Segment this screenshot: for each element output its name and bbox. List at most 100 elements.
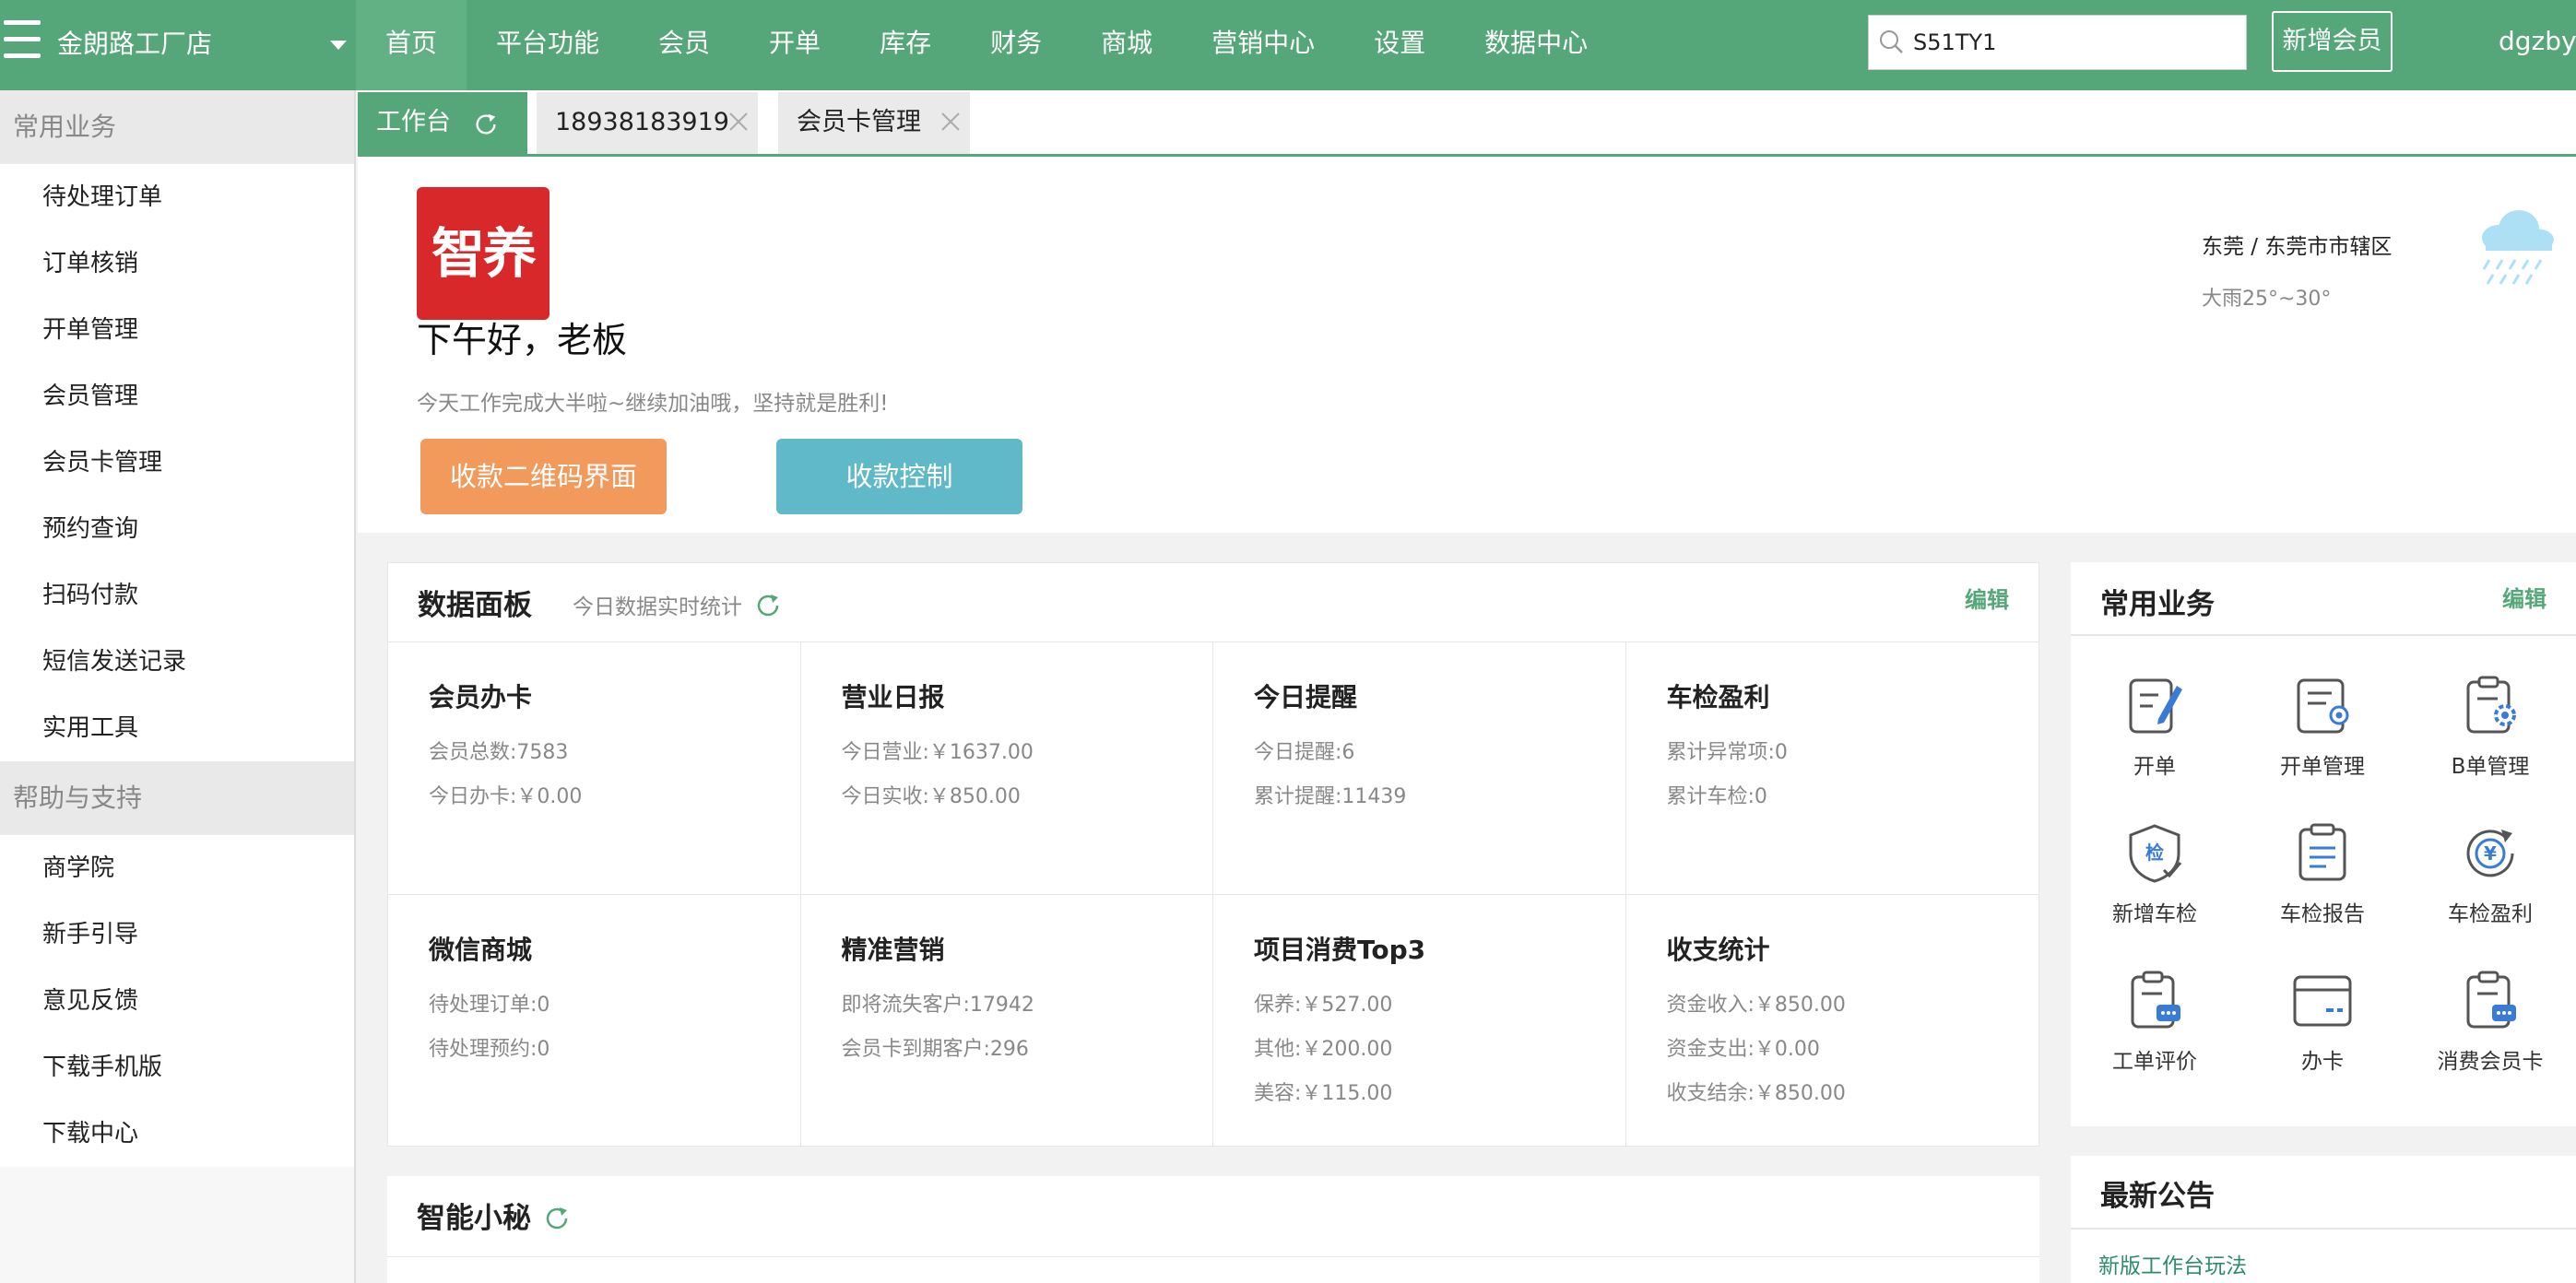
sidebar-item-pending-orders[interactable]: 待处理订单	[0, 164, 354, 230]
biz-item-order-manage[interactable]: 开单管理	[2239, 673, 2406, 820]
doc-eye-icon	[2297, 678, 2349, 734]
shield-check-icon: 检	[2129, 824, 2182, 883]
new-member-button[interactable]: 新增会员	[2272, 11, 2393, 72]
nav-member[interactable]: 会员	[629, 0, 739, 90]
announcement-panel: 最新公告 新版工作台玩法	[2071, 1156, 2576, 1283]
stat-card-inspection-profit[interactable]: 车检盈利 累计异常项:0 累计车检:0	[1625, 642, 2038, 895]
sidebar: 常用业务 待处理订单 订单核销 开单管理 会员管理 会员卡管理 预约查询 扫码付…	[0, 90, 356, 1283]
sidebar-item-order-verify[interactable]: 订单核销	[0, 230, 354, 297]
announcement-link[interactable]: 新版工作台玩法	[2098, 1248, 2247, 1279]
weather-text: 大雨25°~30°	[2202, 288, 2332, 311]
biz-item-inspection-report[interactable]: 车检报告	[2239, 820, 2406, 968]
biz-item-inspection-profit[interactable]: ¥ 车检盈利	[2406, 820, 2574, 968]
close-icon[interactable]	[728, 112, 749, 132]
common-business-grid: 开单 开单管理 B单管理 检 新增车检 车检报告 ¥ 车检盈利 工单评价 办卡 …	[2071, 673, 2576, 1115]
data-panel: 数据面板 今日数据实时统计 编辑 会员办卡 会员总数:7583 今日办卡:￥0.…	[387, 562, 2039, 1147]
biz-item-work-order-review[interactable]: 工单评价	[2071, 968, 2239, 1115]
refresh-icon[interactable]	[542, 1204, 572, 1233]
data-grid: 会员办卡 会员总数:7583 今日办卡:￥0.00 营业日报 今日营业:￥163…	[388, 642, 2038, 1146]
brand-logo: 智养	[417, 187, 549, 320]
sidebar-item-mobile[interactable]: 下载手机版	[0, 1034, 354, 1101]
svg-text:检: 检	[2145, 842, 2164, 864]
assistant-panel: 智能小秘	[387, 1176, 2039, 1283]
tab-bar: 工作台 18938183919 会员卡管理	[358, 90, 2576, 157]
assistant-title: 智能小秘	[417, 1202, 531, 1235]
stat-card-reminders[interactable]: 今日提醒 今日提醒:6 累计提醒:11439	[1213, 642, 1626, 895]
biz-item-b-order[interactable]: B单管理	[2406, 673, 2574, 820]
tab-phone[interactable]: 18938183919	[537, 92, 758, 154]
common-business-header: 常用业务 编辑	[2071, 562, 2576, 636]
nav-marketing[interactable]: 营销中心	[1182, 0, 1344, 90]
data-panel-header: 数据面板 今日数据实时统计 编辑	[388, 563, 2038, 642]
nav-data-center[interactable]: 数据中心	[1455, 0, 1617, 90]
search-icon	[1880, 30, 1903, 53]
caret-down-icon[interactable]	[330, 41, 347, 50]
tab-label: 会员卡管理	[797, 108, 921, 136]
sidebar-group-common: 常用业务	[0, 90, 354, 164]
sidebar-item-feedback[interactable]: 意见反馈	[0, 968, 354, 1034]
data-panel-title: 数据面板	[418, 589, 532, 622]
close-icon[interactable]	[940, 112, 961, 132]
edit-doc-icon	[2129, 678, 2182, 734]
tab-label: 18938183919	[555, 108, 729, 136]
refresh-icon[interactable]	[472, 111, 500, 138]
tab-workbench[interactable]: 工作台	[358, 92, 527, 154]
stat-card-top3[interactable]: 项目消费Top3 保养:￥527.00 其他:￥200.00 美容:￥115.0…	[1213, 895, 1626, 1146]
tab-label: 工作台	[376, 108, 451, 136]
rain-cloud-icon	[2482, 210, 2554, 285]
sidebar-item-scan-pay[interactable]: 扫码付款	[0, 562, 354, 629]
biz-item-new-inspection[interactable]: 检 新增车检	[2071, 820, 2239, 968]
stat-card-daily-report[interactable]: 营业日报 今日营业:￥1637.00 今日实收:￥850.00	[800, 642, 1213, 895]
stat-card-marketing[interactable]: 精准营销 即将流失客户:17942 会员卡到期客户:296	[801, 895, 1213, 1146]
stat-card-wechat-mall[interactable]: 微信商城 待处理订单:0 待处理预约:0	[388, 895, 801, 1146]
payment-qr-button[interactable]: 收款二维码界面	[420, 439, 667, 514]
clipboard-card-icon	[2466, 971, 2516, 1029]
refresh-icon[interactable]	[753, 591, 783, 620]
nav-finance[interactable]: 财务	[961, 0, 1071, 90]
search-box[interactable]	[1868, 15, 2247, 70]
greeting: 下午好，老板	[417, 320, 628, 360]
welcome-section: 智养 下午好，老板 今天工作完成大半啦~继续加油哦，坚持就是胜利! 收款二维码界…	[358, 157, 2576, 533]
sidebar-item-download[interactable]: 下载中心	[0, 1101, 354, 1167]
sidebar-item-tools[interactable]: 实用工具	[0, 695, 354, 761]
clipboard-gear-icon	[2466, 676, 2516, 734]
nav-platform[interactable]: 平台功能	[467, 0, 629, 90]
tab-card-manage[interactable]: 会员卡管理	[778, 92, 970, 154]
main-nav: 首页 平台功能 会员 开单 库存 财务 商城 营销中心 设置 数据中心	[356, 0, 1617, 90]
common-business-edit[interactable]: 编辑	[2502, 581, 2546, 613]
sidebar-item-booking[interactable]: 预约查询	[0, 496, 354, 562]
data-panel-edit[interactable]: 编辑	[1965, 582, 2009, 614]
yen-cycle-icon: ¥	[2466, 830, 2514, 877]
sidebar-item-card-manage[interactable]: 会员卡管理	[0, 430, 354, 496]
top-bar: 金朗路工厂店 首页 平台功能 会员 开单 库存 财务 商城 营销中心 设置 数据…	[0, 0, 2576, 90]
assistant-header: 智能小秘	[387, 1176, 2039, 1257]
sidebar-item-sms-log[interactable]: 短信发送记录	[0, 629, 354, 695]
nav-settings[interactable]: 设置	[1344, 0, 1455, 90]
sidebar-item-guide[interactable]: 新手引导	[0, 901, 354, 968]
svg-text:¥: ¥	[2484, 842, 2497, 865]
sidebar-item-order-manage[interactable]: 开单管理	[0, 297, 354, 363]
store-selector[interactable]: 金朗路工厂店	[0, 0, 356, 90]
motto: 今天工作完成大半啦~继续加油哦，坚持就是胜利!	[417, 392, 889, 416]
stat-card-income-expense[interactable]: 收支统计 资金收入:￥850.00 资金支出:￥0.00 收支结余:￥850.0…	[1626, 895, 2039, 1146]
sidebar-item-academy[interactable]: 商学院	[0, 835, 354, 901]
stat-card-member[interactable]: 会员办卡 会员总数:7583 今日办卡:￥0.00	[388, 642, 801, 895]
biz-item-open-order[interactable]: 开单	[2071, 673, 2239, 820]
biz-item-consume-card[interactable]: 消费会员卡	[2406, 968, 2574, 1115]
biz-item-issue-card[interactable]: 办卡	[2239, 968, 2406, 1115]
nav-inventory[interactable]: 库存	[850, 0, 961, 90]
nav-mall[interactable]: 商城	[1071, 0, 1182, 90]
sidebar-item-member-manage[interactable]: 会员管理	[0, 363, 354, 430]
search-input[interactable]	[1913, 16, 2236, 69]
common-business-title: 常用业务	[2100, 588, 2215, 621]
user-name[interactable]: dgzbyc	[2499, 26, 2576, 56]
nav-order[interactable]: 开单	[739, 0, 850, 90]
nav-home[interactable]: 首页	[356, 0, 467, 90]
menu-icon[interactable]	[4, 20, 41, 63]
data-panel-subtitle: 今日数据实时统计	[573, 595, 742, 619]
location: 东莞 / 东莞市市辖区	[2202, 235, 2393, 259]
store-name[interactable]: 金朗路工厂店	[57, 24, 212, 61]
announcement-header: 最新公告	[2071, 1156, 2576, 1230]
sidebar-group-help: 帮助与支持	[0, 761, 354, 835]
payment-control-button[interactable]: 收款控制	[776, 439, 1022, 514]
